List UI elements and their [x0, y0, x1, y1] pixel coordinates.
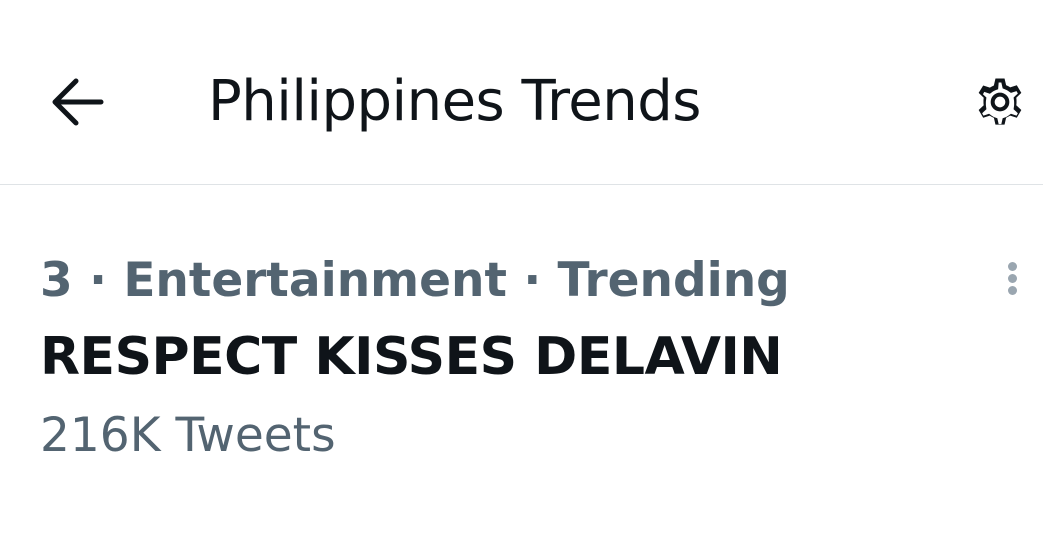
meta-separator: ·: [523, 253, 542, 308]
settings-button[interactable]: [962, 66, 1038, 138]
tweet-count: 216K Tweets: [40, 408, 336, 463]
trend-status: Trending: [557, 253, 790, 308]
more-options-button[interactable]: [990, 253, 1034, 303]
gear-icon: [978, 78, 1022, 125]
page-title: Philippines Trends: [208, 69, 701, 134]
top-bar: Philippines Trends: [0, 0, 1043, 185]
back-button[interactable]: [40, 68, 114, 136]
trends-screen: Philippines Trends 3 · Entertainment · T…: [0, 0, 1043, 546]
more-vertical-icon: [1007, 259, 1017, 298]
meta-separator: ·: [89, 253, 107, 308]
trend-item[interactable]: 3 · Entertainment · Trending RESPECT KIS…: [0, 185, 1043, 485]
trend-rank: 3: [40, 253, 73, 308]
arrow-left-icon: [52, 78, 104, 126]
trend-meta: 3 · Entertainment · Trending: [40, 251, 790, 311]
trend-category: Entertainment: [123, 253, 507, 308]
trend-name: RESPECT KISSES DELAVIN: [40, 327, 783, 387]
